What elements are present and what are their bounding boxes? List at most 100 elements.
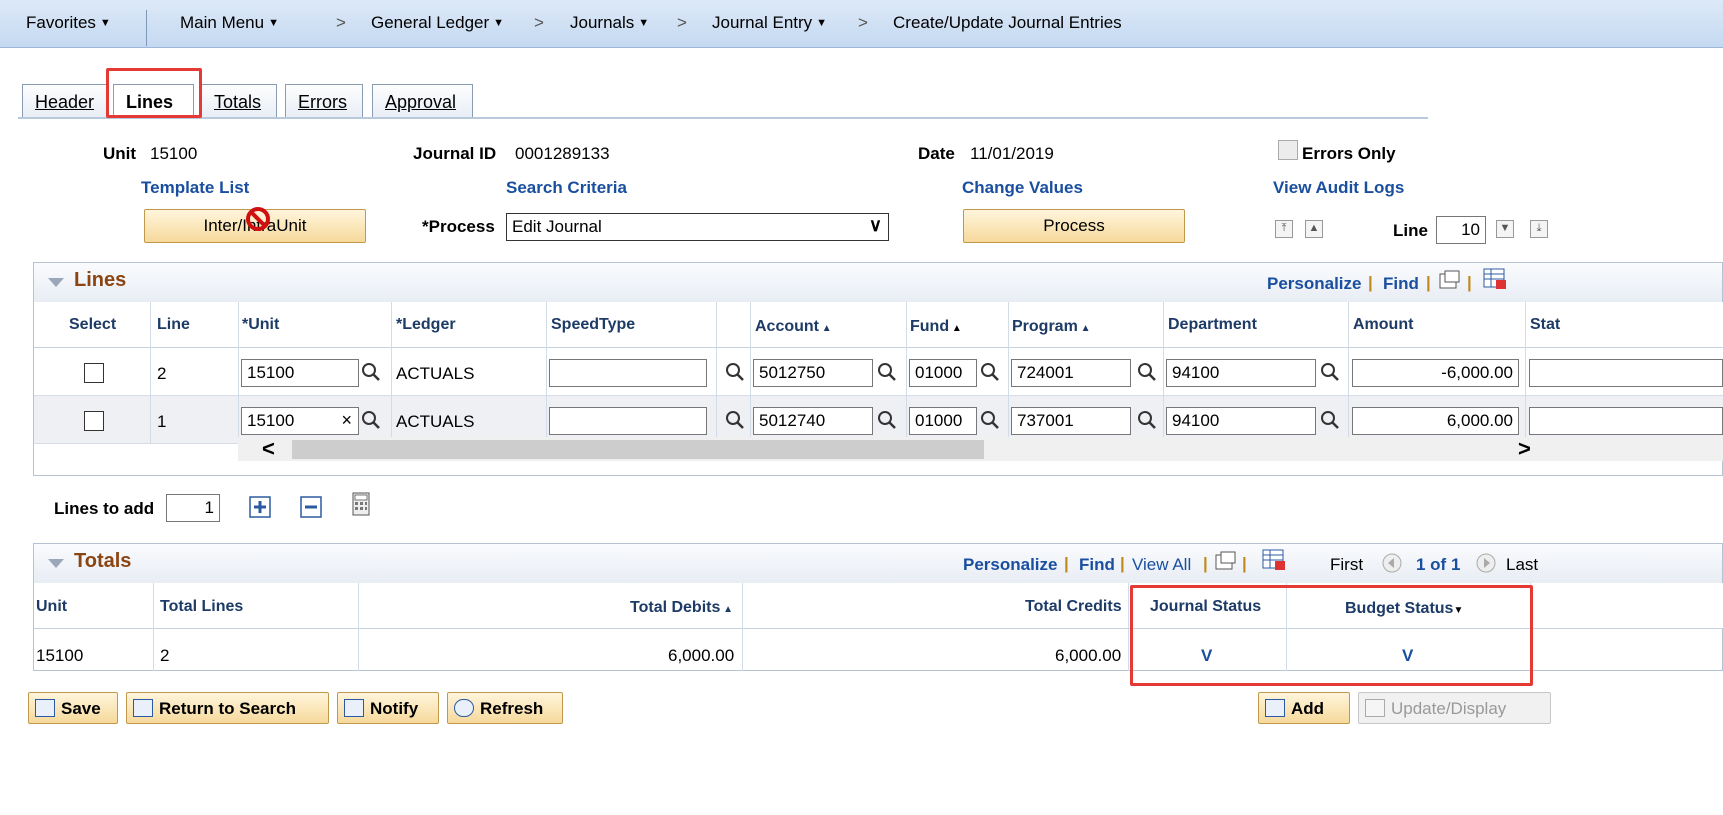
unit-value: 15100	[150, 144, 198, 163]
col-divider	[391, 302, 392, 444]
col-fund[interactable]: Fund ▲	[910, 318, 962, 336]
totals-unit-value: 15100	[36, 646, 84, 665]
lines-personalize-link[interactable]: Personalize	[1267, 274, 1362, 294]
previous-line-icon[interactable]: ▲	[1305, 220, 1323, 238]
lookup-search-icon[interactable]	[725, 410, 745, 432]
lookup-search-icon[interactable]	[1320, 410, 1340, 432]
first-label: First	[1330, 555, 1364, 574]
collapse-triangle-icon[interactable]	[48, 559, 64, 568]
journal-id-value: 0001289133	[515, 144, 610, 163]
row-unit-input[interactable]: 15100	[241, 359, 359, 387]
col-speedtype: SpeedType	[551, 316, 636, 333]
row-amount-input[interactable]: -6,000.00	[1352, 359, 1519, 387]
save-button[interactable]: Save	[28, 692, 118, 724]
row-status-input[interactable]	[1529, 407, 1723, 435]
lookup-search-icon[interactable]	[980, 410, 1000, 432]
view-audit-logs-link[interactable]: View Audit Logs	[1273, 178, 1404, 198]
row-department-input[interactable]: 94100	[1166, 359, 1316, 387]
row-select-checkbox[interactable]	[84, 363, 104, 383]
breadcrumb-journals[interactable]: Journals ▼	[570, 13, 649, 33]
scroll-left-icon[interactable]: <	[262, 436, 275, 462]
scroll-right-icon[interactable]: >	[1518, 436, 1531, 462]
scrollbar-thumb[interactable]	[292, 440, 984, 459]
row-fund-input[interactable]: 01000	[909, 407, 977, 435]
breadcrumb-journal-entry[interactable]: Journal Entry ▼	[712, 13, 827, 33]
process-select[interactable]: Edit Journal ∨	[506, 213, 889, 241]
add-button[interactable]: Add	[1258, 692, 1350, 724]
chevron-down-icon: ∨	[868, 215, 882, 235]
row-program-input[interactable]: 724001	[1011, 359, 1131, 387]
previous-page-icon[interactable]	[1381, 552, 1403, 574]
refresh-button[interactable]: Refresh	[447, 692, 563, 724]
row-account-input[interactable]: 5012750	[753, 359, 873, 387]
col-account[interactable]: Account ▲	[755, 318, 832, 336]
col-divider	[750, 302, 751, 444]
lookup-search-icon[interactable]	[725, 362, 745, 384]
row-status-input[interactable]	[1529, 359, 1723, 387]
errors-only-checkbox[interactable]	[1278, 140, 1298, 160]
lines-to-add-input[interactable]: 1	[166, 494, 220, 522]
return-to-search-button[interactable]: Return to Search	[126, 692, 329, 724]
lookup-search-icon[interactable]	[361, 362, 381, 384]
col-amount: Amount	[1353, 316, 1414, 333]
lookup-search-icon[interactable]	[1137, 410, 1157, 432]
search-criteria-link[interactable]: Search Criteria	[506, 178, 627, 198]
delete-row-icon[interactable]	[300, 496, 322, 518]
tab-approval[interactable]: Approval	[372, 84, 473, 118]
row-speedtype-input[interactable]	[549, 407, 707, 435]
new-window-icon[interactable]	[1215, 551, 1237, 571]
first-line-icon[interactable]: ⤒	[1275, 220, 1293, 238]
download-spreadsheet-icon[interactable]	[1483, 268, 1507, 290]
totals-find-link[interactable]: Find	[1079, 555, 1115, 575]
col-program[interactable]: Program ▲	[1012, 318, 1090, 336]
pipe-separator: |	[1467, 273, 1472, 292]
lookup-search-icon[interactable]	[1137, 362, 1157, 384]
row-select-checkbox[interactable]	[84, 411, 104, 431]
add-icon	[1265, 699, 1285, 717]
lookup-search-icon[interactable]	[980, 362, 1000, 384]
lookup-search-icon[interactable]	[877, 410, 897, 432]
breadcrumb-separator: >	[677, 13, 687, 32]
row-department-input[interactable]: 94100	[1166, 407, 1316, 435]
clear-icon[interactable]: ×	[341, 410, 352, 431]
row-amount-input[interactable]: 6,000.00	[1352, 407, 1519, 435]
breadcrumb-bar: Favorites ▼ Main Menu ▼ > General Ledger ▼ …	[0, 0, 1723, 48]
new-window-icon[interactable]	[1439, 270, 1461, 290]
tab-errors[interactable]: Errors	[285, 84, 363, 118]
totals-personalize-link[interactable]: Personalize	[963, 555, 1058, 575]
lines-header-row	[34, 302, 1723, 348]
view-all-link[interactable]: View All	[1132, 555, 1191, 575]
main-menu[interactable]: Main Menu ▼	[180, 13, 279, 33]
next-line-icon[interactable]: ▼	[1496, 220, 1514, 238]
lookup-search-icon[interactable]	[1320, 362, 1340, 384]
update-display-button[interactable]: Update/Display	[1358, 692, 1551, 724]
pipe-separator: |	[1368, 273, 1373, 292]
row-speedtype-input[interactable]	[549, 359, 707, 387]
lines-find-link[interactable]: Find	[1383, 274, 1419, 294]
line-number-input[interactable]: 10	[1436, 216, 1486, 244]
lookup-search-icon[interactable]	[877, 362, 897, 384]
row-account-input[interactable]: 5012740	[753, 407, 873, 435]
tab-header[interactable]: Header	[22, 84, 108, 118]
search-return-icon	[133, 699, 153, 717]
breadcrumb-current-page: Create/Update Journal Entries	[893, 13, 1122, 32]
tab-totals[interactable]: Totals	[201, 84, 277, 118]
notify-button[interactable]: Notify	[337, 692, 439, 724]
next-page-icon[interactable]	[1475, 552, 1497, 574]
change-values-link[interactable]: Change Values	[962, 178, 1083, 198]
lookup-search-icon[interactable]	[361, 410, 381, 432]
process-button[interactable]: Process	[963, 209, 1185, 243]
last-line-icon[interactable]: ⤓	[1530, 220, 1548, 238]
favorites-menu[interactable]: Favorites ▼	[26, 13, 111, 33]
col-total-debits[interactable]: Total Debits ▲	[630, 599, 733, 617]
row-program-input[interactable]: 737001	[1011, 407, 1131, 435]
row-fund-input[interactable]: 01000	[909, 359, 977, 387]
breadcrumb-separator: >	[858, 13, 868, 32]
calculator-icon[interactable]	[352, 492, 370, 516]
template-list-link[interactable]: Template List	[141, 178, 249, 198]
breadcrumb-general-ledger[interactable]: General Ledger ▼	[371, 13, 504, 33]
download-spreadsheet-icon[interactable]	[1262, 549, 1286, 571]
add-row-icon[interactable]	[249, 496, 271, 518]
row-unit-input[interactable]: 15100 ×	[241, 407, 359, 435]
collapse-triangle-icon[interactable]	[48, 278, 64, 287]
